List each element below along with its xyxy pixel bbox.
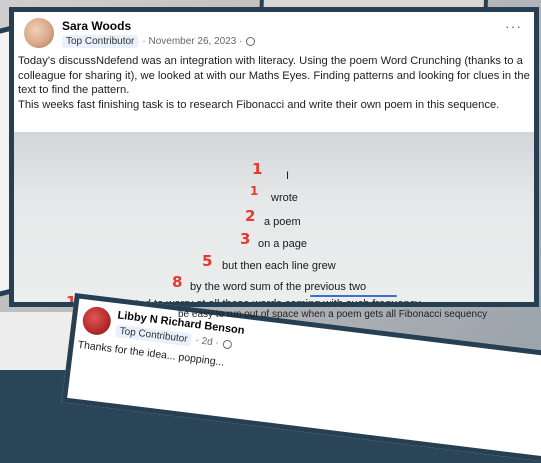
contributor-badge: Top Contributor — [62, 35, 139, 48]
post-text: Today's discussNdefend was an integratio… — [18, 54, 534, 112]
poem-number: 1 — [250, 184, 259, 198]
poem-line: I — [286, 170, 290, 182]
post-text-paragraph: This weeks fast finishing task is to res… — [18, 98, 500, 111]
post-author[interactable]: Sara Woods — [62, 19, 131, 33]
more-options-icon[interactable]: ··· — [505, 18, 522, 34]
poem-line: wrote — [271, 192, 298, 204]
poem-number: 3 — [240, 230, 251, 248]
poem-line: a poem — [264, 216, 301, 228]
poem-line: be easy to run out of space when a poem … — [178, 309, 488, 320]
post-card: Sara Woods Top Contributor · November 26… — [9, 7, 539, 307]
post-date[interactable]: · November 26, 2023 · — [142, 36, 242, 47]
whiteboard-photo[interactable]: 1 I 1 wrote 2 a poem 3 on a page 5 but t… — [14, 132, 534, 302]
avatar[interactable] — [24, 18, 54, 48]
globe-icon — [222, 339, 233, 350]
poem-line: by the word sum of the previous two — [190, 281, 367, 293]
post-meta: Top Contributor · November 26, 2023 · — [62, 35, 256, 48]
poem-number: 1 — [252, 160, 263, 178]
post-text-paragraph: Today's discussNdefend was an integratio… — [18, 55, 530, 96]
comment-time[interactable]: · 2d · — [195, 335, 220, 349]
poem-number: 2 — [245, 207, 256, 225]
globe-icon — [246, 37, 256, 46]
poem-line: but then each line grew — [222, 260, 336, 272]
poem-number: 8 — [172, 273, 183, 291]
comment-avatar[interactable] — [81, 305, 113, 337]
poem-line: on a page — [258, 238, 307, 250]
handwritten-underline — [310, 295, 397, 297]
poem-number: 5 — [202, 252, 213, 270]
